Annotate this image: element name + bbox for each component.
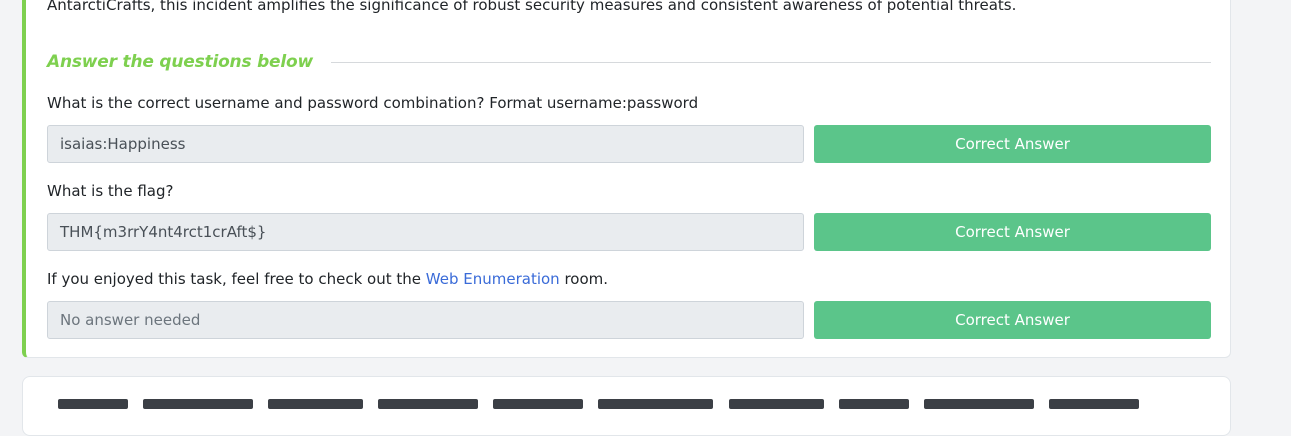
footer-item-8 xyxy=(838,399,909,409)
question-2-prompt: What is the flag? xyxy=(47,182,174,200)
question-2-correct-answer-button[interactable]: Correct Answer xyxy=(814,213,1211,251)
question-2-answer-field[interactable]: THM{m3rrY4nt4rct1crAft$} xyxy=(47,213,804,251)
footer-item-5 xyxy=(493,399,584,409)
question-1-prompt: What is the correct username and passwor… xyxy=(47,94,699,112)
footer-item-3 xyxy=(268,399,364,409)
question-3-answer-field[interactable]: No answer needed xyxy=(47,301,804,339)
footer-item-4 xyxy=(378,399,479,409)
questions-section-title: Answer the questions below xyxy=(47,52,313,72)
question-1-answer-field[interactable]: isaias:Happiness xyxy=(47,125,804,163)
web-enumeration-room-link[interactable]: Web Enumeration xyxy=(426,270,560,288)
question-3-prompt-before: If you enjoyed this task, feel free to c… xyxy=(47,270,426,288)
footer-item-1 xyxy=(58,399,128,409)
question-3-correct-answer-button[interactable]: Correct Answer xyxy=(814,301,1211,339)
footer-item-2 xyxy=(143,399,254,409)
question-3-prompt-after: room. xyxy=(559,270,609,288)
task-intro-text: AntarctiCrafts, this incident amplifies … xyxy=(47,0,1017,14)
footer-item-9 xyxy=(923,399,1034,409)
section-divider xyxy=(331,61,1211,63)
footer-item-10 xyxy=(1048,399,1139,409)
questions-section-header: Answer the questions below xyxy=(47,50,1211,74)
task-panel: AntarctiCrafts, this incident amplifies … xyxy=(22,0,1231,358)
footer-links-strip xyxy=(58,399,1208,411)
footer-item-7 xyxy=(728,399,824,409)
question-1-correct-answer-button[interactable]: Correct Answer xyxy=(814,125,1211,163)
question-3-prompt: If you enjoyed this task, feel free to c… xyxy=(47,269,608,289)
footer-item-6 xyxy=(598,399,714,409)
room-footer-card xyxy=(22,376,1231,436)
